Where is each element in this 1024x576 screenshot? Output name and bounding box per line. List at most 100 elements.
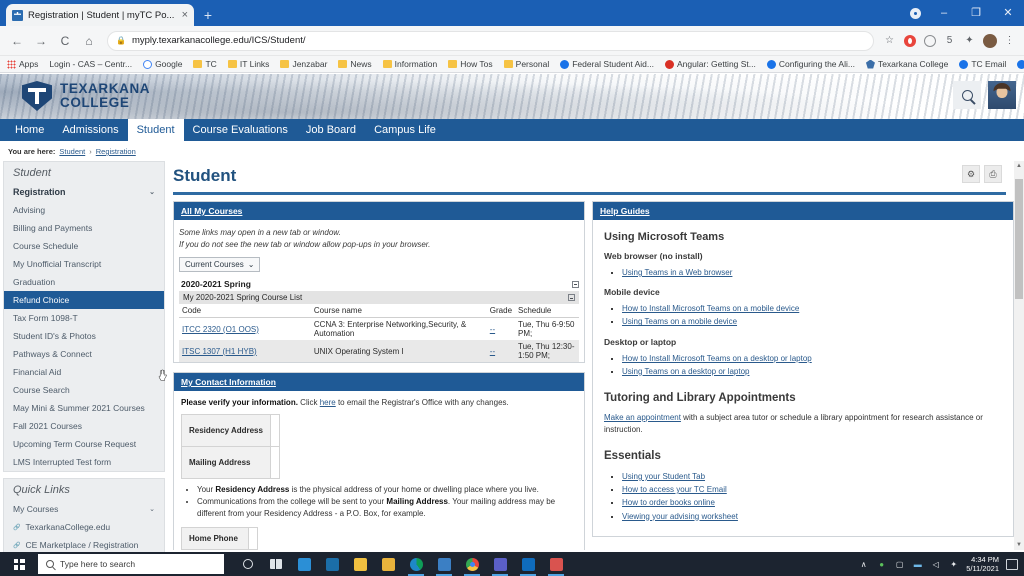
browser-tab[interactable]: Registration | Student | myTC Po... × (6, 4, 194, 26)
scroll-down-arrow[interactable]: ▼ (1014, 540, 1024, 550)
remote-desktop-icon[interactable] (430, 552, 458, 576)
start-button[interactable] (0, 552, 38, 576)
nav-item-student[interactable]: Student (127, 119, 184, 141)
term-header[interactable]: 2020-2021 Spring (179, 277, 579, 291)
new-tab-button[interactable]: + (201, 8, 215, 22)
profile-dot-icon[interactable] (902, 0, 928, 26)
sidebar-item-advising[interactable]: Advising (4, 201, 164, 219)
sidebar-item-my-unofficial-transcript[interactable]: My Unofficial Transcript (4, 255, 164, 273)
make-appointment-link[interactable]: Make an appointment (604, 413, 681, 422)
notepad-icon[interactable] (346, 552, 374, 576)
maximize-button[interactable]: ❐ (960, 0, 992, 26)
sidebar-section-registration[interactable]: Registration ⌄ (4, 183, 164, 201)
address-bar[interactable]: 🔒 myply.texarkanacollege.edu/ICS/Student… (107, 30, 874, 51)
scroll-up-arrow[interactable]: ▲ (1014, 161, 1024, 171)
volume-icon[interactable]: ◁ (930, 559, 941, 570)
bookmark-item[interactable]: TC (193, 59, 217, 69)
course-code-link[interactable]: ITSC 1307 (H1 HYB) (182, 347, 257, 356)
battery-icon[interactable]: ▬ (912, 559, 923, 570)
bookmark-item[interactable]: Texarkana College (865, 59, 948, 69)
page-scrollbar[interactable]: ▲ ▼ (1014, 161, 1024, 550)
gear-icon[interactable]: ⚙ (962, 165, 980, 183)
extensions-puzzle-icon[interactable]: ✦ (961, 32, 978, 49)
breadcrumb-item-student[interactable]: Student (59, 147, 85, 156)
site-search-button[interactable] (953, 81, 981, 109)
subterm-header[interactable]: My 2020-2021 Spring Course List (179, 291, 579, 305)
guide-link[interactable]: Using Teams on a mobile device (622, 317, 737, 326)
network-icon[interactable]: ▢ (894, 559, 905, 570)
contact-info-header[interactable]: My Contact Information (174, 373, 584, 392)
profile-avatar-icon[interactable] (981, 32, 998, 49)
collapse-minus-icon[interactable] (572, 280, 579, 288)
sidebar-item-may-mini-summer-2021-courses[interactable]: May Mini & Summer 2021 Courses (4, 399, 164, 417)
bookmark-star-icon[interactable]: ☆ (881, 32, 898, 49)
bookmark-item[interactable]: Configuring the Ali... (766, 59, 855, 69)
essentials-link[interactable]: Using your Student Tab (622, 472, 705, 481)
guide-link[interactable]: How to Install Microsoft Teams on a desk… (622, 354, 812, 363)
essentials-link[interactable]: How to access your TC Email (622, 485, 727, 494)
nav-item-home[interactable]: Home (6, 119, 53, 141)
nav-item-course-evaluations[interactable]: Course Evaluations (184, 119, 297, 141)
guide-link[interactable]: Using Teams in a Web browser (622, 268, 732, 277)
collapse-minus-icon[interactable] (568, 294, 575, 302)
help-guides-header[interactable]: Help Guides (593, 202, 1013, 220)
home-icon[interactable]: ⌂ (78, 30, 100, 52)
sidebar-item-tax-form-1098-t[interactable]: Tax Form 1098-T (4, 309, 164, 327)
bookmark-item[interactable]: Google (143, 59, 182, 69)
sidebar-item-pathways-connect[interactable]: Pathways & Connect (4, 345, 164, 363)
sidebar-item-my-courses[interactable]: My Courses ⌄ (4, 500, 164, 518)
folder-blue-icon[interactable] (290, 552, 318, 576)
guide-link[interactable]: Using Teams on a desktop or laptop (622, 367, 749, 376)
close-icon[interactable]: × (182, 9, 188, 21)
registrar-email-link[interactable]: here (320, 398, 336, 407)
bluetooth-icon[interactable]: ✦ (948, 559, 959, 570)
bookmark-item[interactable]: Angular: Getting St... (664, 59, 756, 69)
nav-item-admissions[interactable]: Admissions (53, 119, 127, 141)
course-filter-select[interactable]: Current Courses ⌄ (179, 257, 261, 273)
guide-link[interactable]: How to Install Microsoft Teams on a mobi… (622, 304, 799, 313)
bookmark-item[interactable]: Apps (7, 59, 38, 69)
avatar[interactable] (988, 81, 1016, 109)
chrome-icon[interactable] (458, 552, 486, 576)
essentials-link[interactable]: How to order books online (622, 498, 715, 507)
nav-item-campus-life[interactable]: Campus Life (365, 119, 445, 141)
sidebar-item-fall-2021-courses[interactable]: Fall 2021 Courses (4, 417, 164, 435)
office-icon[interactable] (542, 552, 570, 576)
essentials-link[interactable]: Viewing your advising worksheet (622, 512, 738, 521)
terminal-icon[interactable] (318, 552, 346, 576)
teams-icon[interactable] (486, 552, 514, 576)
bookmark-item[interactable]: Federal Student Aid... (560, 59, 654, 69)
reload-icon[interactable]: C (54, 30, 76, 52)
chrome-menu-icon[interactable]: ⋮ (1001, 32, 1018, 49)
scrollbar-thumb[interactable] (1015, 179, 1023, 299)
notification-icon[interactable] (1006, 558, 1018, 570)
taskbar-search-input[interactable]: Type here to search (38, 554, 224, 574)
outlook-icon[interactable] (514, 552, 542, 576)
extension-circle-icon[interactable] (921, 32, 938, 49)
course-code-link[interactable]: ITCC 2320 (O1 OOS) (182, 325, 259, 334)
sidebar-item-financial-aid[interactable]: Financial Aid (4, 363, 164, 381)
opera-extension-icon[interactable] (901, 32, 918, 49)
bookmark-item[interactable]: Personal (503, 59, 549, 69)
nav-item-job-board[interactable]: Job Board (297, 119, 365, 141)
quick-link-texarkanacollege-edu[interactable]: 🔗 TexarkanaCollege.edu (4, 518, 164, 536)
breadcrumb-item-registration[interactable]: Registration (96, 147, 136, 156)
bookmark-item[interactable]: News (338, 59, 372, 69)
bookmark-item[interactable]: Login - CAS – Centr... (49, 59, 132, 69)
edge-icon[interactable] (402, 552, 430, 576)
sidebar-item-graduation[interactable]: Graduation (4, 273, 164, 291)
bookmark-item[interactable]: TC Email (959, 59, 1006, 69)
sidebar-item-student-id-s-photos[interactable]: Student ID's & Photos (4, 327, 164, 345)
sidebar-item-refund-choice[interactable]: Refund Choice (4, 291, 164, 309)
extension-badge-count[interactable]: 5 (941, 32, 958, 49)
bookmark-item[interactable]: Jenzabar (280, 59, 327, 69)
print-icon[interactable]: ⎙ (984, 165, 1002, 183)
all-my-courses-header[interactable]: All My Courses (174, 202, 584, 220)
grade-link[interactable]: -- (490, 347, 495, 356)
sidebar-item-upcoming-term-course-request[interactable]: Upcoming Term Course Request (4, 435, 164, 453)
sidebar-item-course-schedule[interactable]: Course Schedule (4, 237, 164, 255)
forward-icon[interactable]: → (30, 30, 52, 52)
bookmark-item[interactable]: How Tos (448, 59, 493, 69)
site-logo[interactable]: TEXARKANA COLLEGE (22, 81, 150, 111)
sidebar-item-course-search[interactable]: Course Search (4, 381, 164, 399)
